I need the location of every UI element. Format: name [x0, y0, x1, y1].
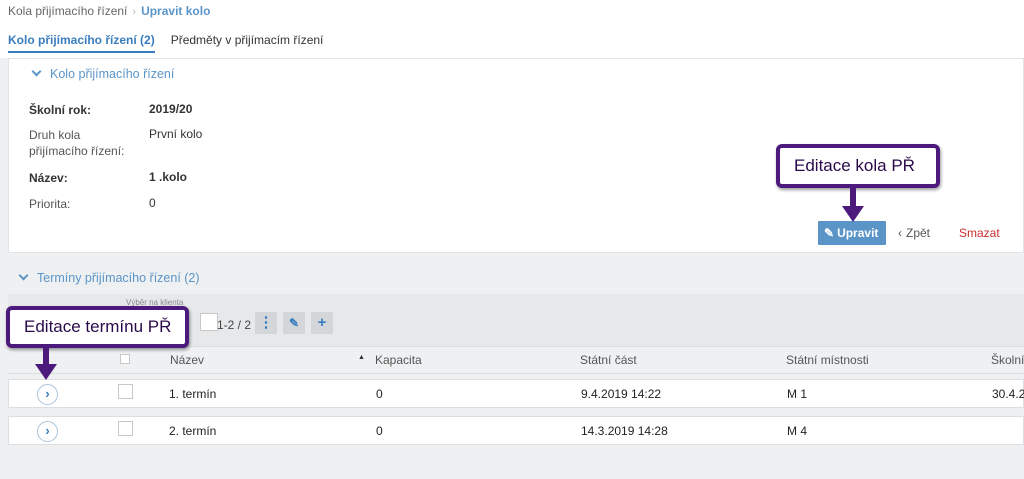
callout-arrow-down-icon — [842, 186, 864, 222]
callout-edit-term: Editace termínu PŘ — [6, 306, 189, 348]
breadcrumb-separator-icon: › — [132, 6, 137, 18]
expand-row-icon[interactable]: › — [37, 421, 58, 442]
terms-section-header[interactable]: Termíny přijímacího řízení (2) — [18, 270, 200, 285]
select-all-checkbox[interactable] — [200, 313, 218, 331]
chevron-down-icon — [31, 66, 42, 77]
cell-state-rooms: M 4 — [787, 424, 808, 438]
field-label-round-type: Druh kola přijímacího řízení: — [29, 128, 125, 158]
cell-school: 30.4.2 — [992, 387, 1024, 401]
tab-bar: Kolo přijímacího řízení (2) Předměty v př… — [8, 33, 339, 53]
pencil-icon: ✎ — [824, 226, 835, 240]
expand-row-icon[interactable]: › — [37, 384, 58, 405]
cell-state-part: 9.4.2019 14:22 — [581, 387, 662, 401]
row-checkbox[interactable] — [118, 421, 133, 436]
terms-section-title: Termíny přijímacího řízení (2) — [37, 271, 200, 285]
field-value-school-year: 2019/20 — [149, 102, 193, 116]
round-section-title: Kolo přijímacího řízení — [50, 67, 175, 81]
column-header-capacity[interactable]: Kapacita — [375, 353, 422, 367]
delete-button[interactable]: Smazat — [959, 226, 1000, 240]
table-header: Název ▲ Kapacita Státní část Státní míst… — [8, 346, 1024, 374]
breadcrumb: Kola přijímacího řízení › Upravit kolo — [8, 4, 210, 18]
round-section-header[interactable]: Kolo přijímacího řízení — [31, 66, 175, 81]
field-label-priority: Priorita: — [29, 197, 71, 211]
callout-edit-round: Editace kola PŘ — [776, 144, 940, 188]
more-options-icon[interactable]: ⋮ — [255, 312, 277, 334]
tab-round[interactable]: Kolo přijímacího řízení (2) — [8, 33, 155, 53]
back-button[interactable]: ‹ Zpět — [898, 226, 930, 240]
pager: 1-2 / 2 — [217, 318, 252, 332]
field-value-round-type: První kolo — [149, 127, 203, 141]
chevron-left-icon: ‹ — [898, 226, 902, 240]
sort-ascending-icon: ▲ — [358, 354, 365, 361]
column-header-state-rooms[interactable]: Státní místnosti — [786, 353, 869, 367]
field-value-priority: 0 — [149, 196, 156, 210]
table-row[interactable]: › 2. termín 0 14.3.2019 14:28 M 4 — [8, 416, 1024, 445]
edit-button-label: Upravit — [837, 226, 879, 240]
breadcrumb-parent-link[interactable]: Kola přijímacího řízení — [8, 4, 127, 18]
callout-arrow-down-icon — [35, 346, 57, 380]
field-label-name: Název: — [29, 171, 68, 185]
column-header-school[interactable]: Školní — [991, 353, 1024, 367]
row-checkbox[interactable] — [118, 384, 133, 399]
cell-name: 1. termín — [169, 387, 217, 401]
pencil-icon[interactable]: ✎ — [283, 312, 305, 334]
field-label-school-year: Školní rok: — [29, 103, 92, 117]
back-button-label: Zpět — [906, 226, 931, 240]
header-checkbox[interactable] — [120, 354, 130, 364]
plus-icon[interactable]: + — [311, 312, 333, 334]
header: Kola přijímacího řízení › Upravit kolo Kol… — [0, 0, 1024, 58]
chevron-down-icon — [18, 270, 29, 281]
cell-state-part: 14.3.2019 14:28 — [581, 424, 668, 438]
cell-capacity: 0 — [376, 387, 383, 401]
column-header-state-part[interactable]: Státní část — [580, 353, 637, 367]
field-value-name: 1 .kolo — [149, 170, 188, 184]
cell-name: 2. termín — [169, 424, 217, 438]
breadcrumb-current: Upravit kolo — [141, 4, 211, 18]
table-row[interactable]: › 1. termín 0 9.4.2019 14:22 M 1 30.4.2 — [8, 379, 1024, 408]
tab-subjects[interactable]: Předměty v přijímacím řízení — [171, 33, 324, 51]
edit-button[interactable]: ✎ Upravit — [818, 221, 886, 245]
cell-capacity: 0 — [376, 424, 383, 438]
cell-state-rooms: M 1 — [787, 387, 808, 401]
column-header-name[interactable]: Název — [170, 353, 204, 367]
